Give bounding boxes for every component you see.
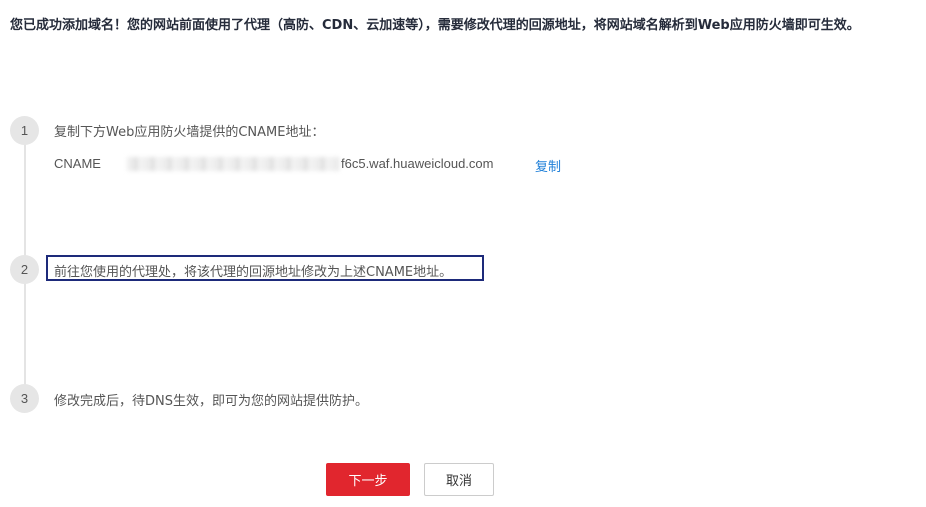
copy-cname-link[interactable]: 复制 xyxy=(535,156,561,175)
next-step-button[interactable]: 下一步 xyxy=(326,463,410,496)
page-title: 您已成功添加域名！您的网站前面使用了代理（高防、CDN、云加速等），需要修改代理… xyxy=(10,18,860,33)
step-1-text: 复制下方Web应用防火墙提供的CNAME地址： xyxy=(54,125,325,140)
cancel-button[interactable]: 取消 xyxy=(424,463,494,496)
cname-value: f6c5.waf.huaweicloud.com xyxy=(341,156,494,171)
cname-label: CNAME xyxy=(54,156,101,171)
step-3-text: 修改完成后，待DNS生效，即可为您的网站提供防护。 xyxy=(54,394,368,409)
step-3-number: 3 xyxy=(10,384,39,413)
step-1-number: 1 xyxy=(10,116,39,145)
step-2-number: 2 xyxy=(10,255,39,284)
step-2-text: 前往您使用的代理处，将该代理的回源地址修改为上述CNAME地址。 xyxy=(54,265,453,280)
cname-redacted-prefix xyxy=(127,157,339,171)
